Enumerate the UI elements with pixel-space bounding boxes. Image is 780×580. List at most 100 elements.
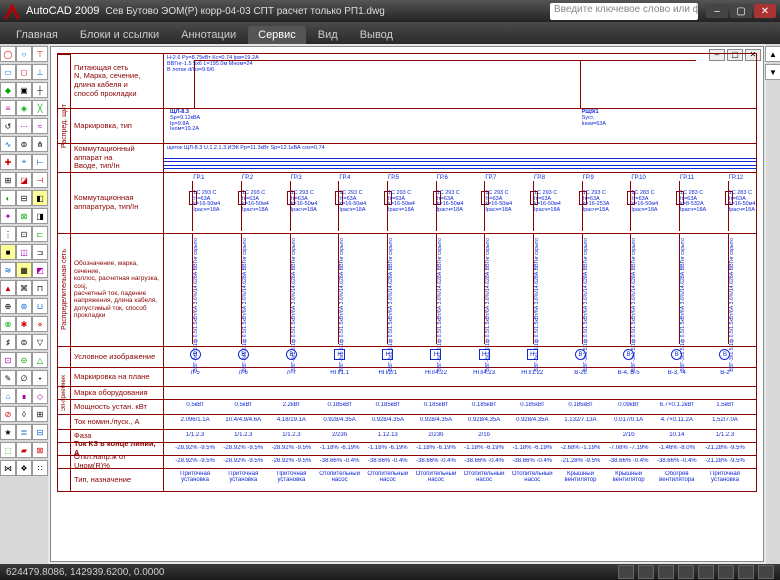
tool-icon[interactable]: ┼ [32, 82, 48, 98]
search-input[interactable]: Введите ключевое слово или фразу [550, 3, 698, 20]
table-cell: 1.5кВт [701, 402, 749, 408]
tool-icon[interactable]: ↺ [0, 118, 16, 134]
tool-icon[interactable]: ⊟ [32, 424, 48, 440]
tool-icon[interactable]: ⋆ [32, 370, 48, 386]
tool-icon[interactable]: ❖ [16, 460, 32, 476]
tab-main[interactable]: Главная [6, 26, 68, 44]
row-label: Маркировка на плане [71, 368, 164, 386]
tool-icon[interactable]: ▣ [16, 82, 32, 98]
tab-annotations[interactable]: Аннотации [171, 26, 246, 44]
tool-icon[interactable]: ◩ [32, 262, 48, 278]
tool-icon[interactable]: ◐ [0, 190, 16, 206]
workspace: ◯ ▭ ◆ ≡ ↺ ∿ ✚ ⊞ ◐ ✦ ⋮ ■ ≋ ▲ ⊕ ⊗ ♯ ⊡ ✎ ⌂ … [0, 44, 780, 564]
tab-service[interactable]: Сервис [248, 26, 306, 44]
tool-icon[interactable]: ⊣ [32, 172, 48, 188]
tool-icon[interactable]: ◻ [16, 64, 32, 80]
tool-icon[interactable]: ⊠ [32, 442, 48, 458]
cable-column: ВВГ-3х1.5 1ф 0.5/1.5кВт/6А 3.6%/14.628А … [460, 234, 509, 346]
tool-icon[interactable]: △ [32, 352, 48, 368]
status-button[interactable] [758, 565, 774, 579]
tool-icon[interactable]: ▼ [765, 64, 780, 80]
status-button[interactable] [678, 565, 694, 579]
tool-icon[interactable]: ⊡ [0, 352, 16, 368]
tool-icon[interactable]: ⋯ [16, 118, 32, 134]
tool-icon[interactable]: ⊝ [16, 352, 32, 368]
tool-icon[interactable]: ∿ [0, 136, 16, 152]
window-close-button[interactable]: ✕ [754, 4, 776, 18]
tool-icon[interactable]: ▽ [32, 334, 48, 350]
tool-icon[interactable]: ⋄ [32, 316, 48, 332]
tool-icon[interactable]: ⊡ [16, 226, 32, 242]
drawing-canvas[interactable]: – ▢ ✕ Питающая сеть N, Марка, сечение, д… [50, 46, 764, 562]
tool-icon[interactable]: ◫ [16, 244, 32, 260]
status-button[interactable] [638, 565, 654, 579]
tool-icon[interactable]: ⊞ [0, 172, 16, 188]
tool-icon[interactable]: ⊛ [16, 298, 32, 314]
tool-icon[interactable]: ⊞ [32, 406, 48, 422]
tool-icon[interactable]: ⌖ [16, 154, 32, 170]
cable-column: ВВГ-3х1.5 1ф 0.5/1.5кВт/6А 3.6%/14.628А … [509, 234, 558, 346]
tool-icon[interactable]: ⊘ [0, 406, 16, 422]
table-cell: 6.7×0.1.2кВт [653, 402, 701, 408]
tool-icon[interactable]: ⊏ [32, 226, 48, 242]
tool-icon[interactable]: ■ [0, 244, 16, 260]
status-button[interactable] [738, 565, 754, 579]
tool-icon[interactable]: ∅ [16, 370, 32, 386]
tool-icon[interactable]: ◊ [16, 406, 32, 422]
tool-icon[interactable]: ◯ [0, 46, 16, 62]
tab-view[interactable]: Вид [308, 26, 348, 44]
tool-icon[interactable]: ≋ [0, 262, 16, 278]
tool-icon[interactable]: ▲ [0, 280, 16, 296]
tool-icon[interactable]: ⊜ [16, 334, 32, 350]
tool-icon[interactable]: ⬚ [0, 442, 16, 458]
tool-icon[interactable]: ≈ [32, 118, 48, 134]
tool-icon[interactable]: ∎ [16, 388, 32, 404]
tool-icon[interactable]: ⊓ [32, 280, 48, 296]
tool-icon[interactable]: ★ [0, 424, 16, 440]
tool-icon[interactable]: ✱ [16, 316, 32, 332]
status-button[interactable] [698, 565, 714, 579]
status-button[interactable] [718, 565, 734, 579]
tool-icon[interactable]: ▭ [0, 64, 16, 80]
tool-icon[interactable]: ◈ [16, 100, 32, 116]
tool-icon[interactable]: ⊥ [32, 64, 48, 80]
tool-icon[interactable]: ✦ [0, 208, 16, 224]
tool-icon[interactable]: ≣ [16, 424, 32, 440]
tool-icon[interactable]: ⊐ [32, 244, 48, 260]
tool-icon[interactable]: ╳ [32, 100, 48, 116]
tool-icon[interactable]: ⊠ [16, 208, 32, 224]
tool-icon[interactable]: ◆ [0, 82, 16, 98]
window-minimize-button[interactable]: – [706, 4, 728, 18]
status-button[interactable] [618, 565, 634, 579]
tool-icon[interactable]: ◪ [16, 172, 32, 188]
tool-icon[interactable]: ⊗ [0, 316, 16, 332]
tool-icon[interactable]: ⌂ [0, 388, 16, 404]
tool-icon[interactable]: ▲ [765, 46, 780, 62]
tool-icon[interactable]: ⋔ [32, 136, 48, 152]
tool-icon[interactable]: ○ [16, 46, 32, 62]
window-maximize-button[interactable]: ▢ [730, 4, 752, 18]
tool-icon[interactable]: ⋮ [0, 226, 16, 242]
tool-icon[interactable]: ⊕ [0, 298, 16, 314]
tool-icon[interactable]: ◧ [32, 190, 48, 206]
status-button[interactable] [658, 565, 674, 579]
tool-icon[interactable]: ♯ [0, 334, 16, 350]
tool-icon[interactable]: ▰ [16, 442, 32, 458]
cable-column: ВВГ-3х1.5 1ф 0.5/1.5кВт/6А 3.6%/14.628А … [265, 234, 314, 346]
tool-icon[interactable]: ⊢ [32, 154, 48, 170]
tool-icon[interactable]: ⊚ [16, 136, 32, 152]
tool-icon[interactable]: ▦ [16, 262, 32, 278]
tool-icon[interactable]: ⋈ [0, 460, 16, 476]
tool-icon[interactable]: ≡ [0, 100, 16, 116]
tab-output[interactable]: Вывод [350, 26, 403, 44]
tool-icon[interactable]: ◨ [32, 208, 48, 224]
tool-icon[interactable]: ⊔ [32, 298, 48, 314]
tab-blocks[interactable]: Блоки и ссылки [70, 26, 169, 44]
tool-icon[interactable]: ∷ [32, 460, 48, 476]
tool-icon[interactable]: ◇ [32, 388, 48, 404]
tool-icon[interactable]: ⊤ [32, 46, 48, 62]
tool-icon[interactable]: ⊟ [16, 190, 32, 206]
tool-icon[interactable]: ✚ [0, 154, 16, 170]
tool-icon[interactable]: ✎ [0, 370, 16, 386]
tool-icon[interactable]: ⌘ [16, 280, 32, 296]
